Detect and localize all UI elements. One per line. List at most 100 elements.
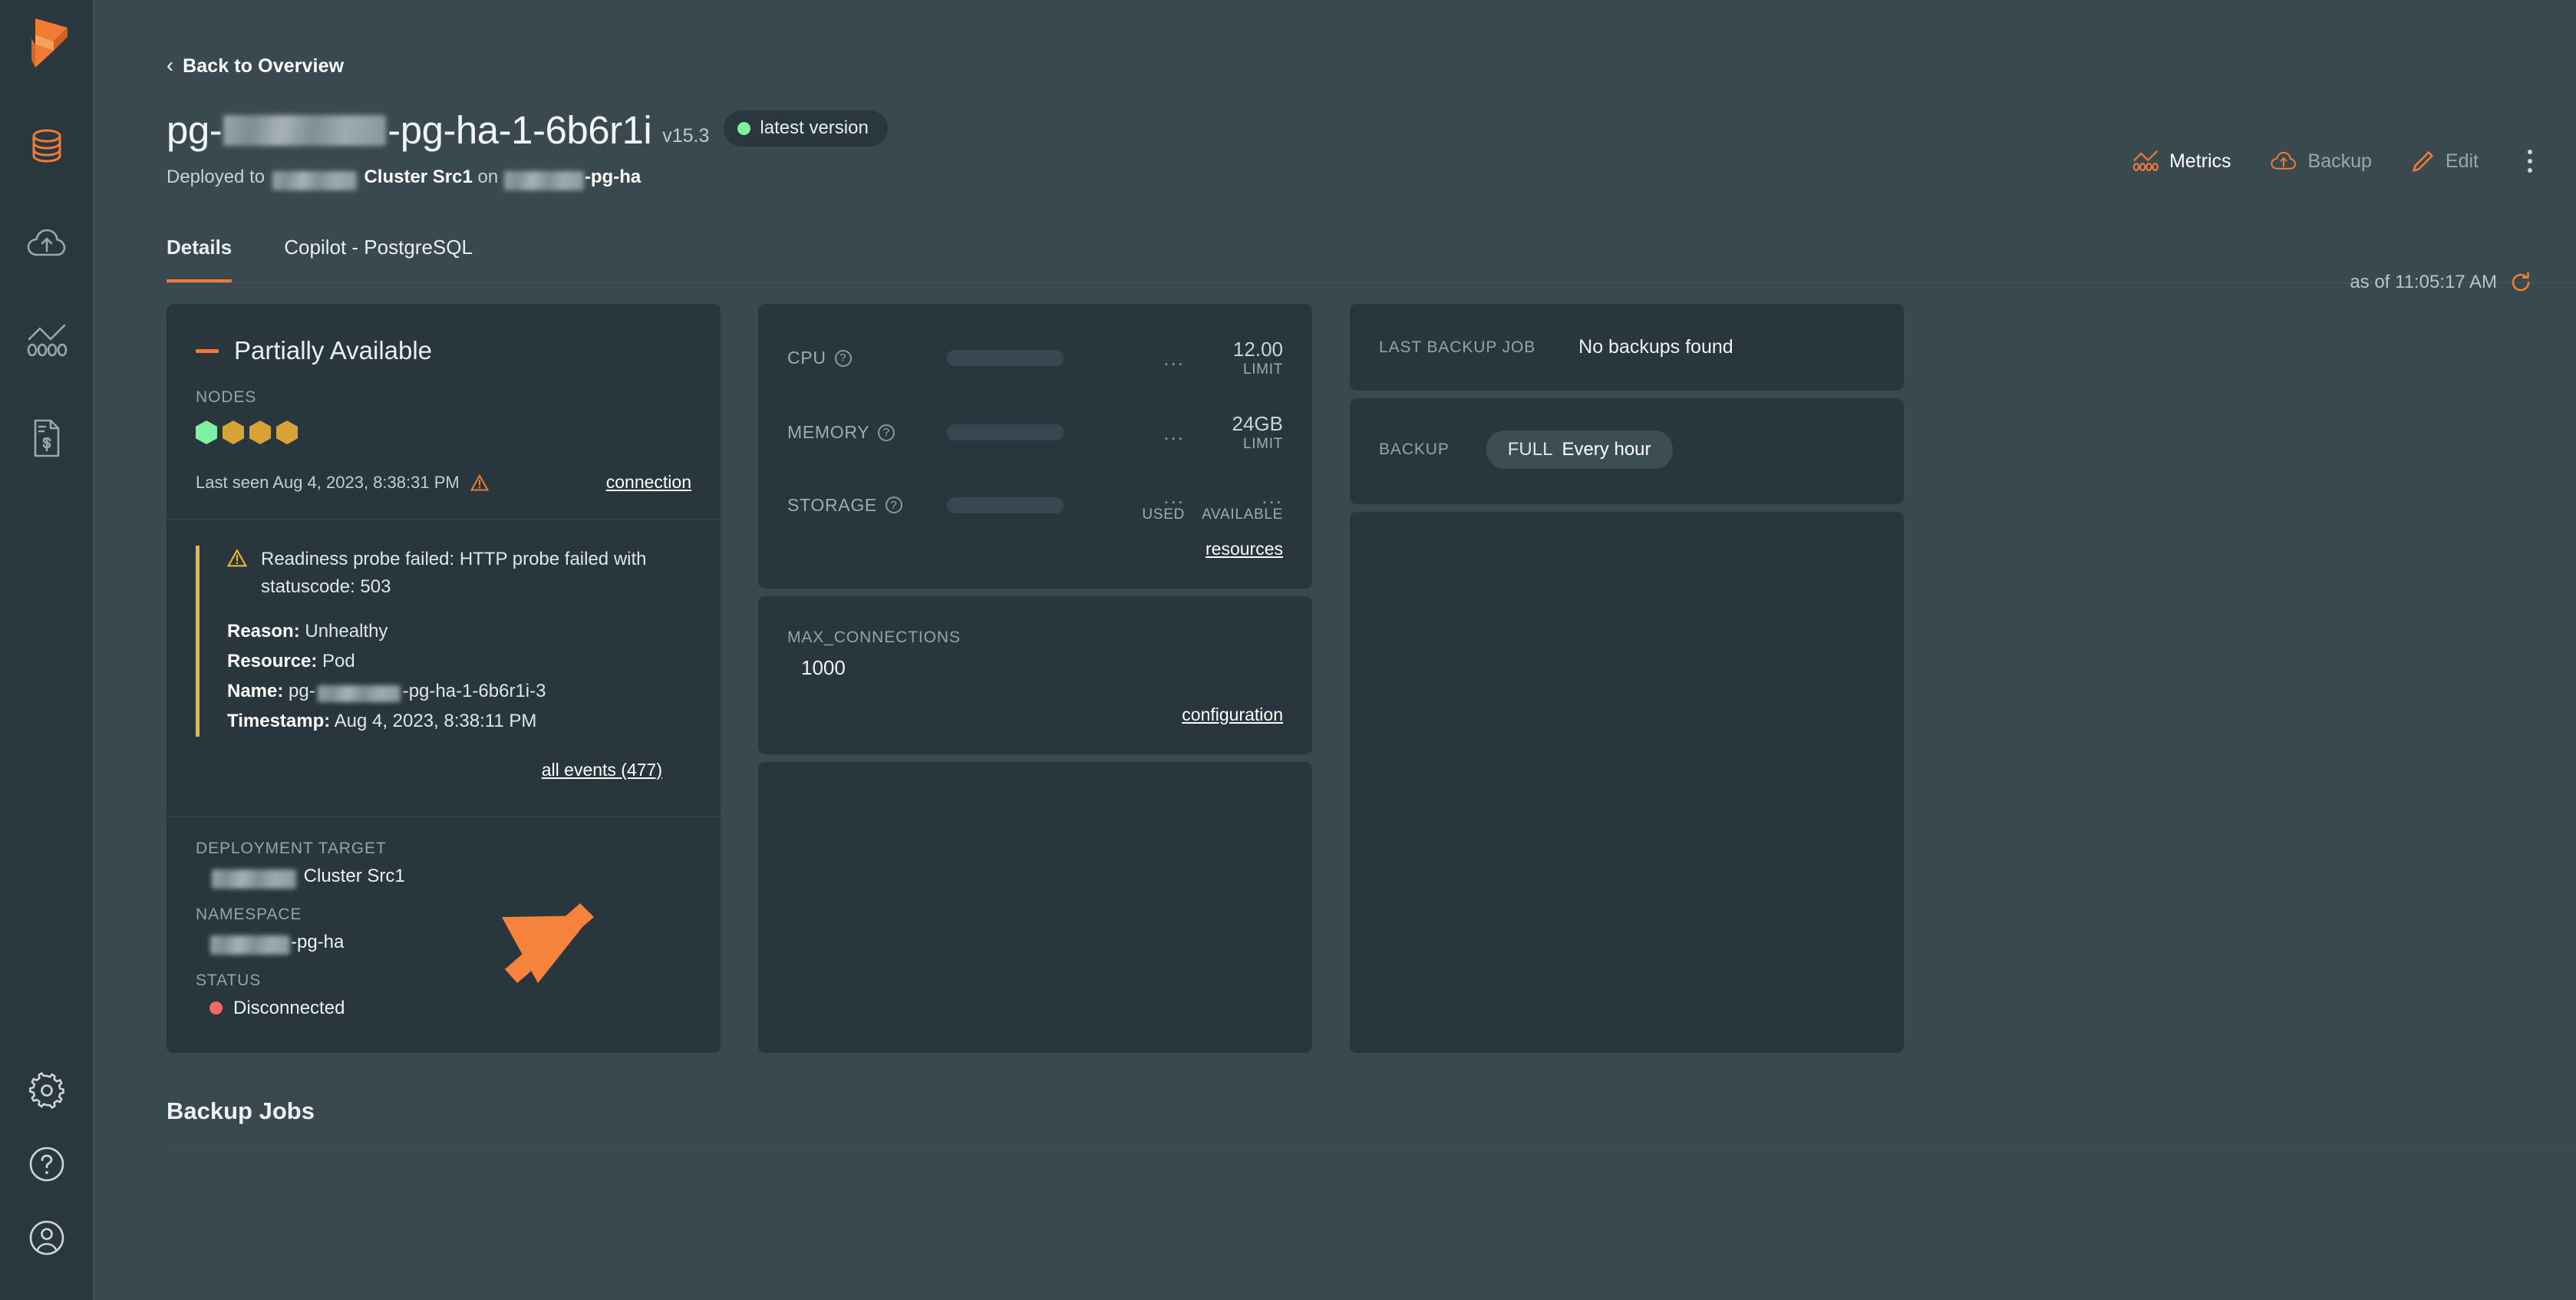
warning-triangle-icon — [227, 549, 247, 567]
status-label: STATUS — [196, 971, 262, 989]
cpu-limit-value: 12.00 — [1232, 338, 1283, 361]
sidebar-item-billing[interactable] — [18, 410, 75, 467]
backup-column: LAST BACKUP JOB No backups found BACKUP … — [1350, 304, 1904, 1053]
status-header: Partially Available — [167, 304, 721, 365]
tab-copilot-label: Copilot - PostgreSQL — [284, 236, 473, 259]
help-icon[interactable]: ? — [878, 424, 895, 441]
configuration-link-row: configuration — [787, 680, 1283, 725]
event-message: Readiness probe failed: HTTP probe faile… — [261, 549, 647, 597]
storage-label: STORAGE — [787, 494, 877, 515]
page-title: pg- -pg-ha-1-6b6r1i — [167, 108, 652, 152]
backup-schedule-pill[interactable]: FULL Every hour — [1486, 431, 1673, 469]
backup-type-label: FULL — [1507, 439, 1553, 460]
back-to-overview-link[interactable]: ‹ Back to Overview — [167, 55, 344, 78]
gear-icon — [29, 1072, 64, 1109]
event-inner: Readiness probe failed: HTTP probe faile… — [196, 546, 691, 737]
all-events-row: all events (477) — [196, 737, 691, 808]
tab-details-label: Details — [167, 236, 233, 259]
sidebar-item-backups[interactable] — [18, 215, 75, 272]
deployed-to-label: Deployed to — [167, 167, 266, 187]
backup-schedule-card: BACKUP FULL Every hour — [1350, 398, 1904, 504]
prisma-ribbon-logo-icon — [31, 18, 68, 68]
storage-usage-placeholder — [947, 497, 1064, 513]
sidebar-item-help[interactable] — [18, 1136, 75, 1193]
redacted-name — [223, 115, 387, 146]
node-indicator[interactable] — [276, 421, 298, 444]
main-content: ‹ Back to Overview pg- -pg-ha-1-6b6r1i v… — [94, 0, 2576, 1300]
storage-label-group: STORAGE ? — [787, 495, 933, 516]
status-title: Partially Available — [234, 336, 433, 365]
document-dollar-icon — [34, 419, 59, 457]
node-indicator[interactable] — [223, 421, 244, 444]
disconnected-dot-icon — [209, 1001, 223, 1015]
sidebar-item-account[interactable] — [18, 1209, 75, 1266]
resources-column: CPU ? ... 12.00 LIMIT MEMORY ? ... 24GB … — [758, 304, 1312, 1053]
kebab-dot — [2528, 150, 2532, 154]
edit-button[interactable]: Edit — [2410, 150, 2479, 173]
sidebar-item-metrics[interactable] — [18, 312, 75, 369]
version-status-badge: latest version — [724, 111, 888, 147]
connection-link[interactable]: connection — [606, 472, 691, 493]
metrics-icon — [2132, 150, 2159, 172]
app-root: ‹ Back to Overview pg- -pg-ha-1-6b6r1i v… — [0, 0, 2576, 1300]
left-sidebar — [0, 0, 94, 1300]
node-indicator[interactable] — [249, 421, 271, 444]
event-reason-row: Reason: Unhealthy — [227, 617, 691, 647]
deployment-target-value: Cluster Src1 — [196, 865, 691, 889]
storage-used-label: USED — [1142, 506, 1185, 523]
nodes-indicator-row — [167, 407, 721, 444]
chart-metrics-icon — [27, 324, 67, 357]
nodes-label: NODES — [196, 388, 257, 406]
tab-bar-divider — [167, 282, 2576, 283]
event-timestamp-key: Timestamp: — [227, 710, 331, 731]
cpu-label-group: CPU ? — [787, 348, 933, 368]
event-resource-key: Resource: — [227, 650, 318, 671]
storage-available-value: ... — [1262, 485, 1283, 508]
app-logo[interactable] — [23, 17, 71, 73]
last-backup-job-card: LAST BACKUP JOB No backups found — [1350, 304, 1904, 391]
kebab-dot — [2528, 159, 2532, 163]
event-reason-key: Reason: — [227, 621, 300, 642]
backup-button[interactable]: Backup — [2270, 150, 2372, 173]
event-details: Reason: Unhealthy Resource: Pod Name: pg… — [227, 617, 691, 737]
cards-grid: Partially Available NODES Last seen Aug … — [167, 304, 2576, 1053]
kebab-dot — [2528, 168, 2532, 173]
status-badge: Disconnected — [196, 998, 691, 1019]
resources-link[interactable]: resources — [1206, 539, 1283, 559]
namespace-text: -pg-ha — [291, 931, 345, 952]
refresh-icon[interactable] — [2509, 271, 2532, 294]
backup-frequency-label: Every hour — [1562, 439, 1651, 460]
sidebar-item-settings[interactable] — [18, 1062, 75, 1119]
tab-details[interactable]: Details — [167, 236, 233, 282]
cloud-upload-icon — [2270, 151, 2296, 170]
storage-available-label: AVAILABLE — [1202, 506, 1283, 523]
as-of-label: as of 11:05:17 AM — [2350, 272, 2497, 292]
all-events-link[interactable]: all events (477) — [542, 760, 662, 780]
help-icon[interactable]: ? — [834, 349, 852, 367]
as-of-timestamp-row: as of 11:05:17 AM — [2350, 271, 2532, 294]
configuration-link[interactable]: configuration — [1182, 704, 1283, 724]
page-title-row: pg- -pg-ha-1-6b6r1i v15.3 latest version — [167, 111, 2576, 150]
more-options-button[interactable] — [2528, 150, 2532, 173]
redacted-namespace-prefix — [210, 935, 290, 955]
storage-used-value: ... — [1163, 485, 1185, 508]
node-indicator[interactable] — [196, 421, 217, 444]
title-suffix: -pg-ha-1-6b6r1i — [388, 108, 652, 152]
deployment-target-text: Cluster Src1 — [303, 865, 405, 886]
namespace-label: NAMESPACE — [196, 905, 302, 923]
event-timestamp-value: Aug 4, 2023, 8:38:11 PM — [334, 710, 537, 731]
redacted-cluster-prefix — [272, 170, 357, 190]
namespace-value: -pg-ha — [196, 931, 691, 955]
backup-column-filler — [1350, 512, 1904, 1053]
cpu-usage-placeholder — [947, 350, 1064, 366]
metrics-button-label: Metrics — [2169, 150, 2231, 172]
resource-row-storage: STORAGE ? ... USED ... AVAILABLE — [787, 487, 1283, 523]
version-badge-label: latest version — [760, 117, 869, 138]
header-actions: Metrics Backup Edit — [2132, 150, 2532, 173]
tab-copilot-postgresql[interactable]: Copilot - PostgreSQL — [284, 236, 473, 282]
sidebar-item-databases[interactable] — [18, 117, 75, 174]
event-name-row: Name: pg- -pg-ha-1-6b6r1i-3 — [227, 677, 691, 707]
partial-status-icon — [196, 348, 219, 353]
help-icon[interactable]: ? — [885, 497, 902, 513]
metrics-button[interactable]: Metrics — [2132, 150, 2231, 173]
